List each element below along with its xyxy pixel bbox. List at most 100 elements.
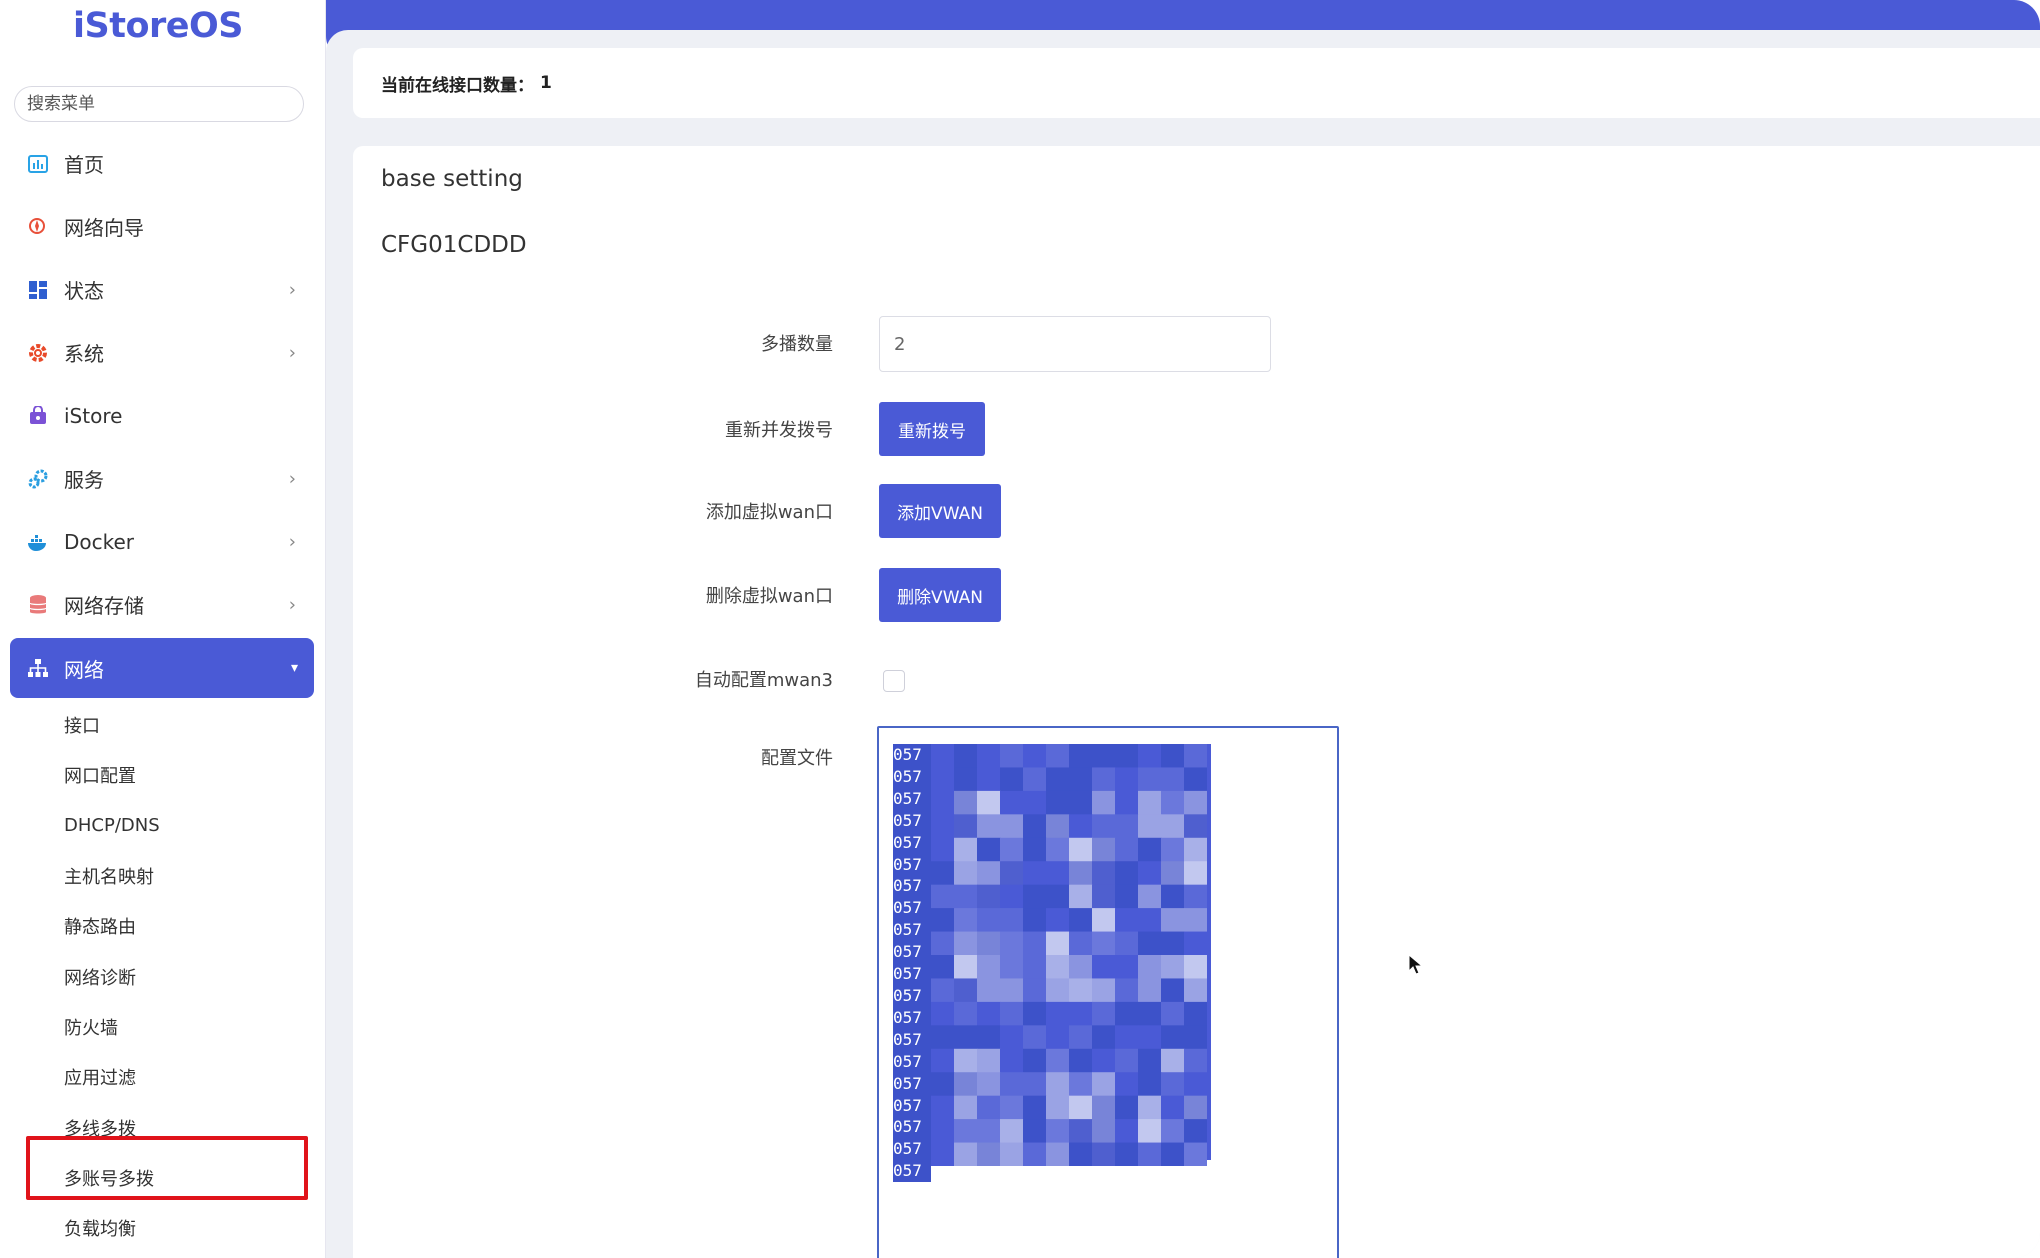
sidebar-item-label: 状态 bbox=[64, 279, 104, 303]
mosaic-cell bbox=[954, 744, 978, 768]
mosaic-cell bbox=[1069, 1119, 1093, 1144]
sidebar-item-istore[interactable]: iStore bbox=[0, 384, 326, 447]
mosaic-cell bbox=[1069, 1048, 1093, 1073]
mosaic-cell bbox=[1000, 1048, 1024, 1073]
sidebar-menu: 首页 网络向导 状态 › 系统 › iStore 服务 › Docker › 网… bbox=[0, 132, 326, 698]
sidebar-item-home[interactable]: 首页 bbox=[0, 132, 326, 195]
mosaic-cell bbox=[977, 837, 1001, 862]
mosaic-cell bbox=[1046, 1095, 1070, 1120]
sidebar-item-docker[interactable]: Docker › bbox=[0, 510, 326, 573]
config-line: 057 bbox=[893, 787, 931, 810]
mosaic-cell bbox=[1138, 861, 1162, 886]
mosaic-cell bbox=[1092, 1001, 1116, 1026]
submenu-item-hostnames[interactable]: 主机名映射 bbox=[0, 851, 326, 901]
multicast-count-input[interactable]: 2 bbox=[879, 316, 1271, 372]
mosaic-cell bbox=[1138, 1025, 1162, 1050]
mosaic-cell bbox=[1115, 1072, 1139, 1097]
mosaic-cell bbox=[1115, 1048, 1139, 1073]
mosaic-cell bbox=[1115, 1095, 1139, 1120]
mosaic-cell bbox=[931, 1095, 955, 1120]
mosaic-cell bbox=[977, 814, 1001, 839]
mosaic-cell bbox=[1069, 884, 1093, 909]
mosaic-cell bbox=[1138, 814, 1162, 839]
submenu-item-firewall[interactable]: 防火墙 bbox=[0, 1002, 326, 1052]
config-line: 057 bbox=[893, 1072, 931, 1095]
mosaic-cell bbox=[1000, 1072, 1024, 1097]
network-submenu: 接口 网口配置 DHCP/DNS 主机名映射 静态路由 网络诊断 防火墙 应用过… bbox=[0, 700, 326, 1253]
mosaic-cell bbox=[1000, 790, 1024, 815]
mosaic-cell bbox=[1115, 1025, 1139, 1050]
mosaic-cell bbox=[954, 1001, 978, 1026]
auto-mwan3-label: 自动配置mwan3 bbox=[694, 670, 833, 691]
mosaic-cell bbox=[954, 790, 978, 815]
sidebar-item-services[interactable]: 服务 › bbox=[0, 447, 326, 510]
config-line: 057 bbox=[893, 941, 931, 964]
config-line: 057 bbox=[893, 1028, 931, 1051]
mosaic-cell bbox=[1115, 767, 1139, 792]
dashboard-icon bbox=[26, 152, 50, 176]
mosaic-cell bbox=[1092, 978, 1116, 1003]
submenu-item-app-filter[interactable]: 应用过滤 bbox=[0, 1052, 326, 1102]
mosaic-cell bbox=[1138, 1048, 1162, 1073]
mosaic-cell bbox=[954, 884, 978, 909]
sidebar-item-network-guide[interactable]: 网络向导 bbox=[0, 195, 326, 258]
mosaic-cell bbox=[931, 1119, 955, 1144]
guide-icon bbox=[26, 215, 50, 239]
mosaic-cell bbox=[1138, 978, 1162, 1003]
submenu-item-multiline-dial[interactable]: 多线多拨 bbox=[0, 1102, 326, 1152]
config-file-textarea[interactable]: 057 057 057 057 057 057 057 057 057 057 057 057 057 0… bbox=[877, 726, 1339, 1258]
mosaic-cell bbox=[977, 978, 1001, 1003]
mosaic-cell bbox=[1138, 790, 1162, 815]
menu-search-input[interactable] bbox=[14, 86, 304, 122]
submenu-item-dhcp-dns[interactable]: DHCP/DNS bbox=[0, 801, 326, 851]
mosaic-cell bbox=[977, 884, 1001, 909]
mosaic-cell bbox=[1092, 1142, 1116, 1166]
mosaic-cell bbox=[1138, 744, 1162, 768]
mosaic-cell bbox=[1092, 744, 1116, 768]
mosaic-cell bbox=[1161, 955, 1185, 979]
sidebar-item-label: 网络 bbox=[64, 657, 104, 682]
mosaic-cell bbox=[1161, 1142, 1185, 1166]
mosaic-cell bbox=[1000, 955, 1024, 979]
chevron-right-icon: › bbox=[288, 279, 296, 300]
submenu-item-diagnostics[interactable]: 网络诊断 bbox=[0, 951, 326, 1001]
mosaic-cell bbox=[1069, 978, 1093, 1003]
mosaic-cell bbox=[1023, 931, 1047, 956]
mosaic-cell bbox=[1023, 837, 1047, 862]
sidebar-item-label: iStore bbox=[64, 403, 123, 428]
mosaic-cell bbox=[954, 837, 978, 862]
mosaic-cell bbox=[1046, 767, 1070, 792]
submenu-item-load-balance[interactable]: 负载均衡 bbox=[0, 1203, 326, 1253]
mosaic-cell bbox=[931, 861, 955, 886]
submenu-item-port-config[interactable]: 网口配置 bbox=[0, 750, 326, 800]
mosaic-cell bbox=[977, 1119, 1001, 1144]
auto-mwan3-checkbox[interactable] bbox=[883, 670, 905, 692]
delete-vwan-button[interactable]: 删除VWAN bbox=[879, 568, 1001, 622]
submenu-item-static-routes[interactable]: 静态路由 bbox=[0, 901, 326, 951]
mosaic-cell bbox=[1115, 884, 1139, 909]
mosaic-cell bbox=[931, 1142, 955, 1166]
submenu-item-multiaccount-dial[interactable]: 多账号多拨 bbox=[0, 1153, 326, 1203]
add-vwan-button[interactable]: 添加VWAN bbox=[879, 484, 1001, 538]
app-logo[interactable]: iStoreOS bbox=[0, 6, 316, 46]
config-line: 057 bbox=[893, 984, 931, 1007]
mouse-cursor-icon bbox=[1408, 954, 1424, 975]
config-file-label: 配置文件 bbox=[761, 748, 833, 769]
mosaic-cell bbox=[1184, 767, 1207, 792]
mosaic-cell bbox=[1023, 1025, 1047, 1050]
storage-icon bbox=[26, 593, 50, 617]
sidebar-item-system[interactable]: 系统 › bbox=[0, 321, 326, 384]
mosaic-cell bbox=[1023, 1001, 1047, 1026]
submenu-item-interfaces[interactable]: 接口 bbox=[0, 700, 326, 750]
sidebar-item-status[interactable]: 状态 › bbox=[0, 258, 326, 321]
config-line: 057 bbox=[893, 1094, 931, 1117]
redial-button[interactable]: 重新拨号 bbox=[879, 402, 985, 456]
mosaic-cell bbox=[1069, 1072, 1093, 1097]
sidebar-item-network-storage[interactable]: 网络存储 › bbox=[0, 573, 326, 636]
mosaic-cell bbox=[1069, 837, 1093, 862]
mosaic-cell bbox=[1138, 908, 1162, 933]
mosaic-cell bbox=[1184, 1142, 1207, 1166]
mosaic-cell bbox=[1069, 955, 1093, 979]
sidebar-item-network[interactable]: 网络 ▾ bbox=[10, 638, 314, 698]
mosaic-cell bbox=[1023, 1119, 1047, 1144]
